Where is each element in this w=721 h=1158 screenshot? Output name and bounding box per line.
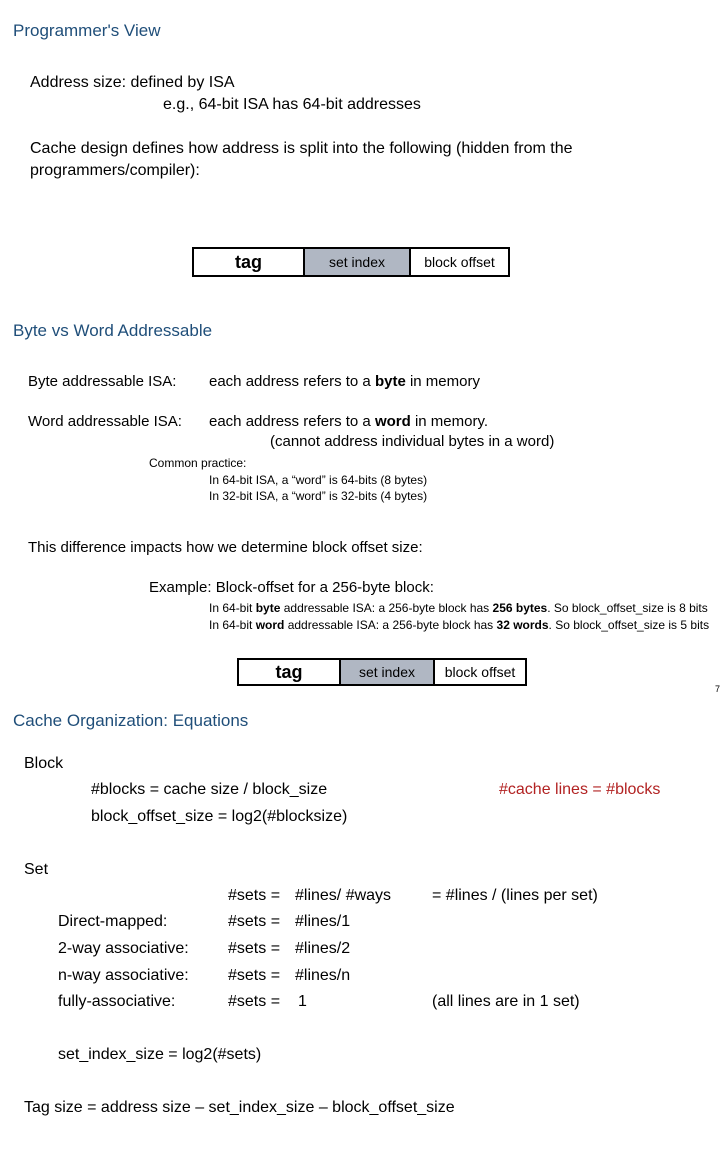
two-way-value: #lines/2 <box>295 940 351 957</box>
section-heading-byte-vs-word: Byte vs Word Addressable <box>13 321 213 340</box>
word-addressable-note: (cannot address individual bytes in a wo… <box>270 433 555 450</box>
n-way-label: n-way associative: <box>58 967 189 984</box>
page-number: 7 <box>715 684 721 694</box>
tag-field: tag <box>194 249 305 275</box>
byte-addressable-desc: each address refers to a byte in memory <box>209 373 480 390</box>
fully-associative-value: 1 <box>298 993 307 1010</box>
example-word-line: In 64-bit word addressable ISA: a 256-by… <box>209 618 710 632</box>
sets-prefix: #sets = <box>228 913 281 930</box>
section-heading-programmers-view: Programmer's View <box>13 21 161 40</box>
fully-associative-label: fully-associative: <box>58 993 176 1010</box>
block-offset-field: block offset <box>411 249 508 275</box>
cache-lines-equation: #cache lines = #blocks <box>499 781 661 798</box>
address-split-diagram-2: tag set index block offset <box>237 658 527 686</box>
set-index-field: set index <box>305 249 411 275</box>
word-addressable-desc: each address refers to a word in memory. <box>209 413 489 430</box>
sets-prefix: #sets = <box>228 967 281 984</box>
byte-addressable-label: Byte addressable ISA: <box>28 373 177 390</box>
address-split-diagram: tag set index block offset <box>192 247 510 277</box>
sets-row-general-note: = #lines / (lines per set) <box>432 887 598 904</box>
address-size-text: Address size: defined by ISA <box>30 74 235 91</box>
cache-design-text-line1: Cache design defines how address is spli… <box>30 140 573 157</box>
sets-prefix: #sets = <box>228 940 281 957</box>
block-offset-field: block offset <box>435 660 525 684</box>
block-offset-equation: block_offset_size = log2(#blocksize) <box>91 808 348 825</box>
direct-mapped-label: Direct-mapped: <box>58 913 168 930</box>
address-example-text: e.g., 64-bit ISA has 64-bit addresses <box>163 96 421 113</box>
set-label: Set <box>24 861 49 878</box>
set-index-equation: set_index_size = log2(#sets) <box>58 1046 262 1063</box>
block-label: Block <box>24 755 64 772</box>
sets-row-general-value: #lines/ #ways <box>295 887 392 904</box>
practice-32-bit: In 32-bit ISA, a “word” is 32-bits (4 by… <box>209 489 428 503</box>
set-index-field: set index <box>341 660 435 684</box>
n-way-value: #lines/n <box>295 967 351 984</box>
blocks-equation: #blocks = cache size / block_size <box>91 781 328 798</box>
example-text: Example: Block-offset for a 256-byte blo… <box>149 579 434 596</box>
direct-mapped-value: #lines/1 <box>295 913 351 930</box>
tag-size-equation: Tag size = address size – set_index_size… <box>24 1099 455 1116</box>
section-heading-cache-organization: Cache Organization: Equations <box>13 711 249 730</box>
two-way-label: 2-way associative: <box>58 940 189 957</box>
word-addressable-label: Word addressable ISA: <box>28 413 182 430</box>
practice-64-bit: In 64-bit ISA, a “word” is 64-bits (8 by… <box>209 473 428 487</box>
sets-prefix: #sets = <box>228 887 281 904</box>
example-byte-line: In 64-bit byte addressable ISA: a 256-by… <box>209 601 708 615</box>
tag-field: tag <box>239 660 341 684</box>
impact-text: This difference impacts how we determine… <box>28 539 423 556</box>
sets-prefix: #sets = <box>228 993 281 1010</box>
cache-design-text-line2: programmers/compiler): <box>30 162 200 179</box>
fully-associative-note: (all lines are in 1 set) <box>432 993 580 1010</box>
common-practice-label: Common practice: <box>149 456 247 470</box>
